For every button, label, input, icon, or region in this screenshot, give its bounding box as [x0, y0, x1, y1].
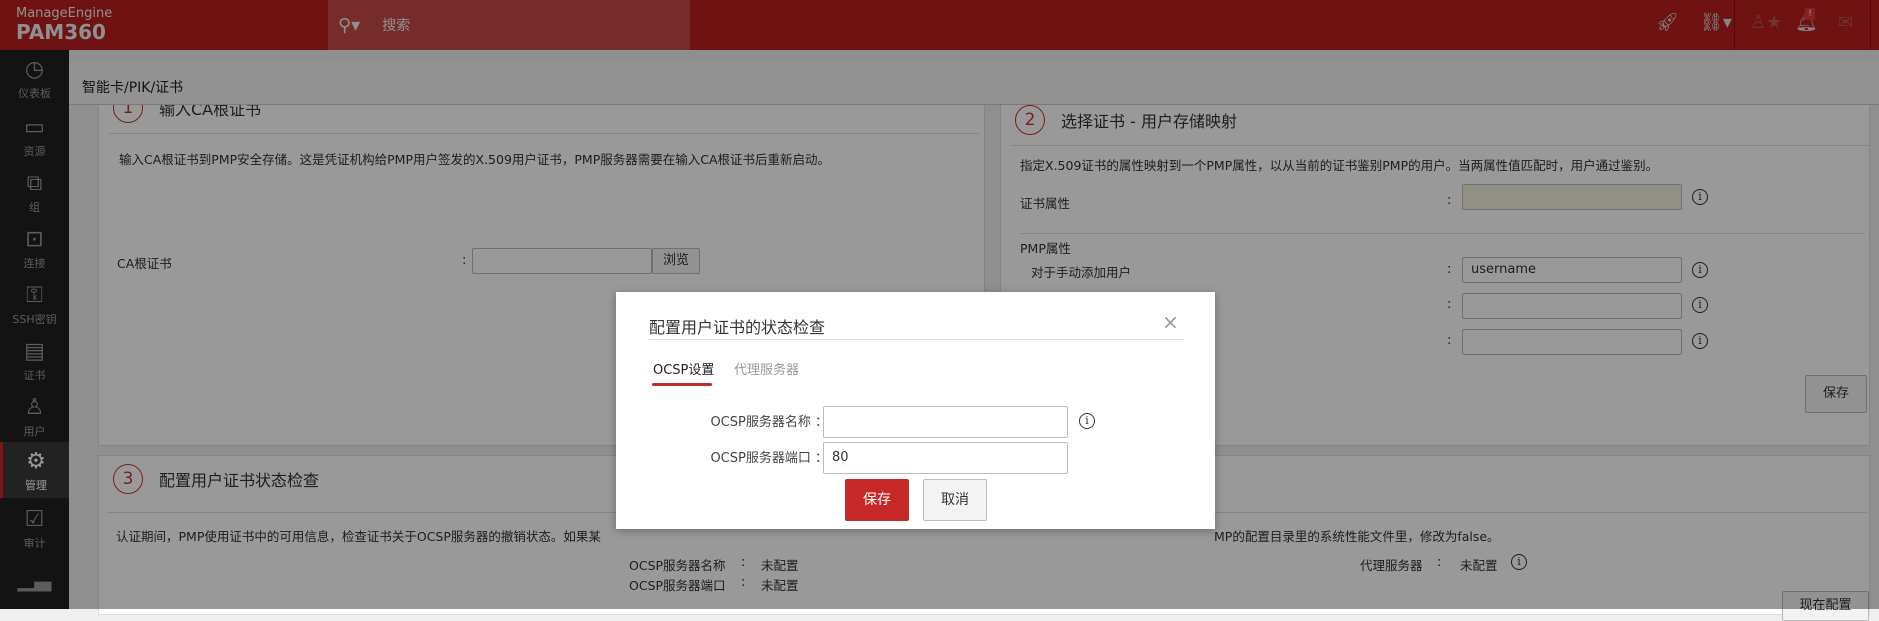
- ocsp-server-port-input[interactable]: 80: [823, 442, 1068, 474]
- ocsp-server-port-label: OCSP服务器端口 ：: [710, 451, 828, 466]
- divider: [649, 339, 1184, 340]
- ocsp-server-name-input[interactable]: [823, 406, 1068, 438]
- close-icon[interactable]: ×: [1162, 310, 1179, 334]
- save-button[interactable]: 保存: [845, 479, 909, 521]
- active-tab-indicator: [652, 383, 712, 386]
- cancel-button[interactable]: 取消: [923, 479, 987, 521]
- ocsp-server-name-label: OCSP服务器名称 ：: [710, 415, 828, 430]
- info-icon[interactable]: i: [1079, 413, 1095, 429]
- status-check-dialog: 配置用户证书的状态检查 × OCSP设置 代理服务器 OCSP服务器名称 ： i…: [616, 292, 1215, 529]
- tab-ocsp-settings[interactable]: OCSP设置: [653, 359, 714, 378]
- tab-proxy-server[interactable]: 代理服务器: [734, 359, 799, 378]
- dialog-title: 配置用户证书的状态检查: [649, 318, 826, 337]
